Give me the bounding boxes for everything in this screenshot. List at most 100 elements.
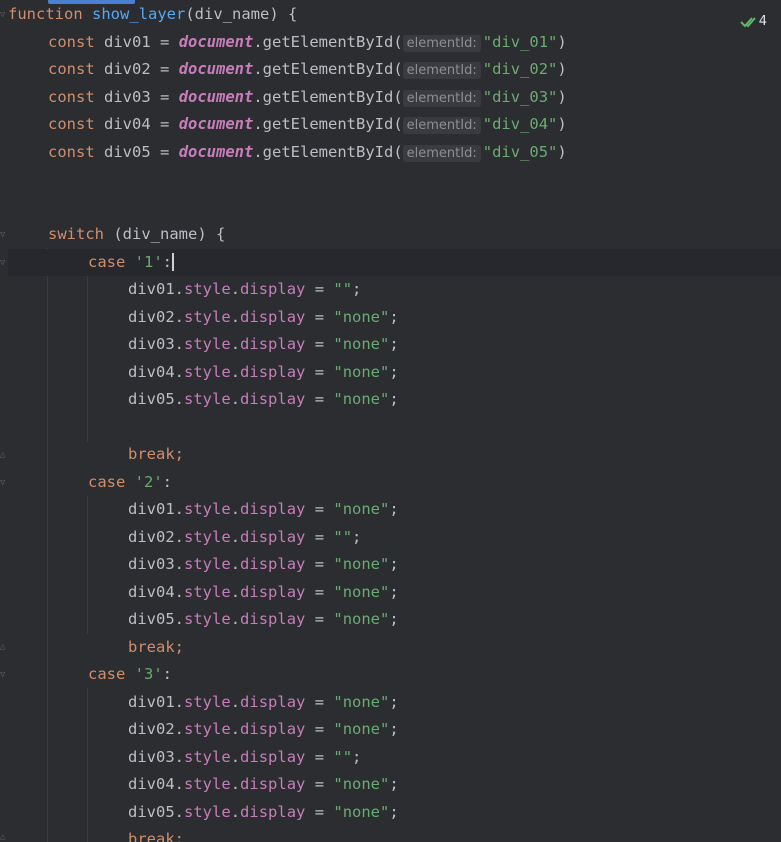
property-token: style	[184, 582, 231, 601]
code-token: ;	[389, 555, 399, 573]
fold-icon[interactable]: ▽	[0, 230, 8, 240]
keyword-token: const	[48, 87, 95, 106]
property-token: display	[240, 720, 306, 738]
code-token: ;	[352, 747, 362, 766]
code-token: =	[305, 555, 334, 573]
variable-token: div05	[128, 610, 175, 628]
variable-token: div04	[128, 362, 175, 381]
code-token: =	[150, 115, 179, 133]
code-line[interactable]: div02.style.display = "";	[8, 524, 361, 551]
code-line[interactable]: const div03 = document.getElementById(el…	[8, 84, 567, 111]
code-line[interactable]: function show_layer(div_name) {	[8, 1, 297, 28]
property-token: style	[184, 610, 231, 628]
code-line[interactable]: div04.style.display = "none";	[8, 579, 399, 606]
string-token: "none"	[333, 555, 390, 573]
property-token: style	[184, 747, 231, 766]
code-line[interactable]: div03.style.display = "";	[8, 744, 361, 771]
double-check-icon	[740, 16, 756, 28]
variable-token: div03	[128, 335, 175, 353]
code-token: .	[230, 720, 241, 738]
code-line[interactable]: break;	[8, 826, 184, 842]
variable-token: div03	[104, 87, 151, 106]
code-token: .	[174, 280, 185, 298]
code-token: ;	[352, 280, 362, 298]
variable-token: div02	[128, 307, 175, 326]
code-line[interactable]: div02.style.display = "none";	[8, 304, 399, 331]
keyword-token: break;	[128, 637, 184, 656]
code-token: ;	[389, 582, 399, 601]
code-token: )	[557, 142, 567, 161]
code-line[interactable]: const div02 = document.getElementById(el…	[8, 56, 567, 83]
code-line[interactable]: div02.style.display = "none";	[8, 716, 399, 743]
method-token: .getElementById(	[253, 115, 403, 133]
keyword-token: const	[48, 115, 95, 133]
string-token: "none"	[333, 335, 390, 353]
code-line[interactable]: div03.style.display = "none";	[8, 551, 399, 578]
fold-end-icon[interactable]: △	[0, 642, 8, 652]
code-token: )	[557, 60, 567, 78]
code-line[interactable]: div01.style.display = "none";	[8, 496, 399, 523]
code-line[interactable]: break;	[8, 634, 184, 661]
code-token: .	[174, 362, 185, 381]
property-token: style	[184, 720, 231, 738]
code-line[interactable]: case '3':	[8, 661, 172, 688]
code-line[interactable]: div04.style.display = "none";	[8, 359, 399, 386]
string-token: "div_05"	[482, 142, 558, 161]
global-object-token: document	[178, 87, 254, 106]
string-token: "none"	[333, 610, 390, 628]
string-token: "div_04"	[482, 115, 558, 133]
code-token: ;	[389, 802, 399, 821]
string-token: "div_02"	[482, 60, 558, 78]
code-line[interactable]: div05.style.display = "none";	[8, 386, 399, 413]
code-token: ;	[389, 720, 399, 738]
code-line[interactable]: const div05 = document.getElementById(el…	[8, 139, 567, 166]
string-token: "none"	[333, 307, 390, 326]
parameter-hint: elementId:	[402, 62, 481, 79]
code-line[interactable]: div05.style.display = "none";	[8, 606, 399, 633]
fold-end-icon[interactable]: △	[0, 832, 8, 842]
code-token: =	[150, 87, 179, 106]
code-line[interactable]: switch (div_name) {	[8, 221, 225, 248]
parameter-hint: elementId:	[402, 89, 481, 107]
code-token: .	[230, 280, 241, 298]
code-token: )	[557, 87, 567, 106]
code-line[interactable]: div01.style.display = "none";	[8, 689, 399, 716]
code-line[interactable]: div03.style.display = "none";	[8, 331, 399, 358]
code-token: .	[174, 582, 185, 601]
code-token: (div_name) {	[104, 225, 226, 243]
code-line[interactable]: const div04 = document.getElementById(el…	[8, 111, 567, 138]
fold-icon[interactable]: ▽	[0, 670, 8, 680]
code-line[interactable]: div01.style.display = "";	[8, 276, 361, 303]
code-token: )	[557, 115, 567, 133]
fold-icon[interactable]: ▽	[0, 478, 8, 488]
code-line[interactable]: div04.style.display = "none";	[8, 771, 399, 798]
code-token: .	[174, 610, 185, 628]
fold-icon[interactable]: ▽	[0, 10, 8, 20]
code-token: =	[305, 582, 334, 601]
method-token: .getElementById(	[253, 87, 403, 106]
code-line[interactable]: break;	[8, 441, 184, 468]
code-line[interactable]: case '1':	[8, 248, 781, 276]
property-token: style	[184, 802, 231, 821]
code-token: =	[305, 307, 334, 326]
property-token: style	[184, 335, 231, 353]
variable-token: div01	[128, 500, 175, 518]
fold-end-icon[interactable]: △	[0, 450, 8, 460]
property-token: style	[184, 527, 231, 546]
property-token: style	[184, 362, 231, 381]
code-token: .	[174, 527, 185, 546]
keyword-token: const	[48, 32, 95, 51]
code-token: .	[230, 335, 241, 353]
code-token: .	[174, 802, 185, 821]
variable-token: div04	[128, 582, 175, 601]
keyword-token: case	[88, 665, 126, 683]
function-name: show_layer	[92, 5, 186, 23]
fold-icon[interactable]: ▽	[0, 258, 8, 268]
inspection-status[interactable]: 4	[740, 14, 767, 29]
code-line[interactable]: case '2':	[8, 469, 172, 496]
code-line[interactable]: div05.style.display = "none";	[8, 799, 399, 826]
code-line[interactable]: const div01 = document.getElementById(el…	[8, 29, 567, 56]
code-editor[interactable]: ▽ ▽ ▽ △ ▽ △ ▽ △ function show_layer(div_…	[0, 0, 781, 842]
